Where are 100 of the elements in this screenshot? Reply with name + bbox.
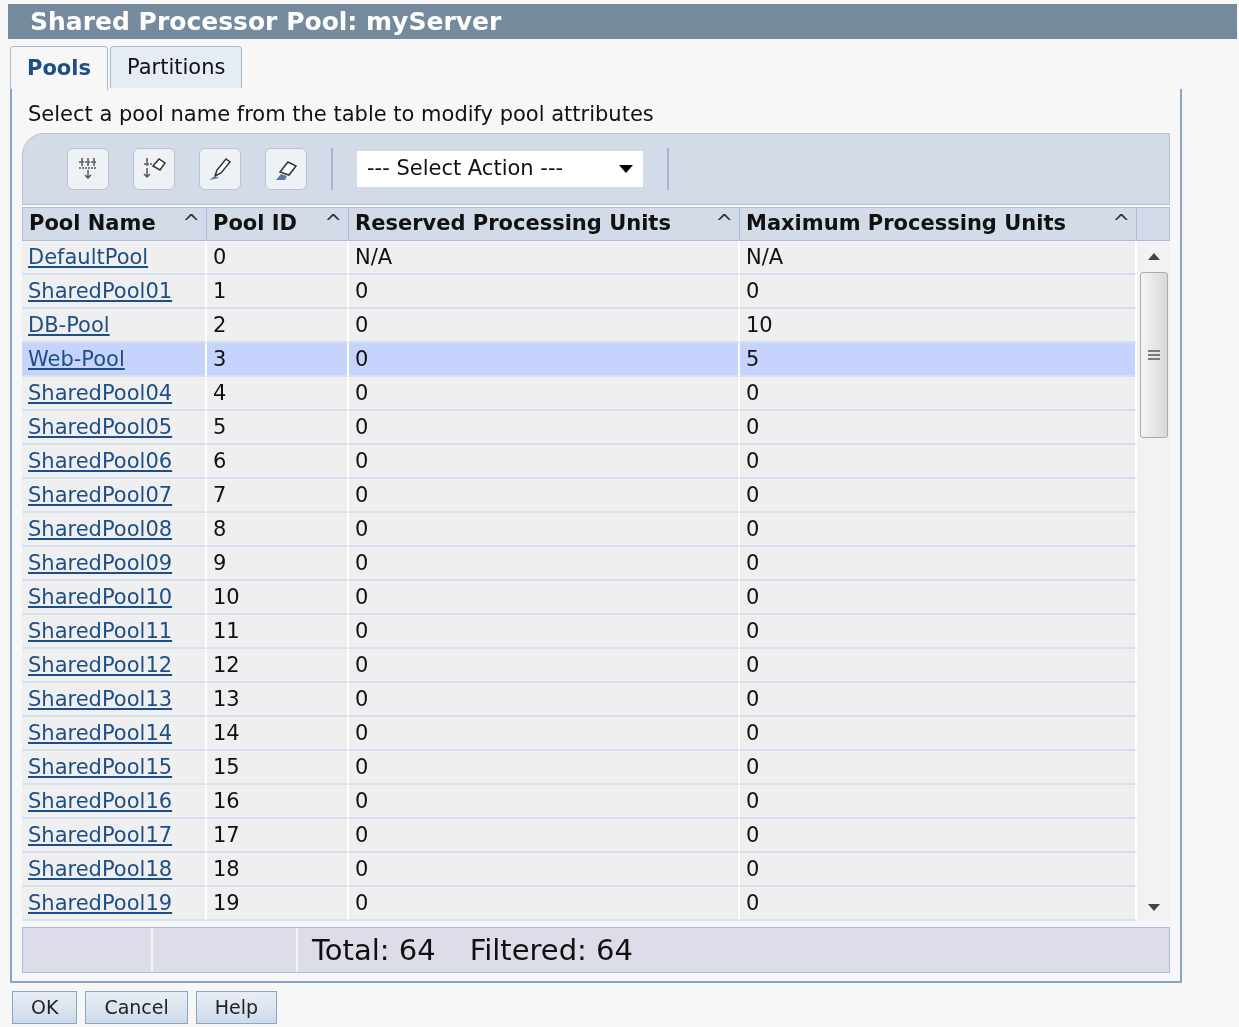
pool-link[interactable]: SharedPool04 — [28, 380, 173, 405]
pencil-icon — [207, 155, 233, 182]
table-cell: 0 — [349, 342, 740, 377]
sort-indicator[interactable]: ^ — [324, 207, 342, 240]
table-cell: 17 — [207, 818, 349, 853]
dropdown-arrow-icon — [619, 164, 633, 173]
table-cell: 0 — [349, 478, 740, 513]
column-header[interactable]: Maximum Processing Units ^ — [740, 206, 1137, 241]
table-cell: N/A — [349, 240, 740, 275]
grip-icon — [1147, 348, 1160, 361]
table-cell: 0 — [207, 240, 349, 275]
table-cell: 0 — [740, 852, 1137, 887]
header-filler — [1137, 206, 1170, 241]
sort-indicator[interactable]: ^ — [182, 207, 200, 240]
toolbar-button[interactable] — [199, 147, 241, 190]
table-cell: 7 — [207, 478, 349, 513]
pool-link[interactable]: SharedPool11 — [28, 618, 173, 643]
table-cell: 0 — [349, 308, 740, 343]
toolbar-button[interactable] — [133, 147, 175, 190]
table-cell: 8 — [207, 512, 349, 547]
table-cell: 0 — [740, 682, 1137, 717]
pool-link[interactable]: DefaultPool — [28, 244, 149, 269]
table-cell: 0 — [349, 648, 740, 683]
table-cell: 5 — [740, 342, 1137, 377]
pool-link[interactable]: SharedPool12 — [28, 652, 173, 677]
pool-link[interactable]: SharedPool05 — [28, 414, 173, 439]
dialog-button[interactable]: Help — [195, 991, 278, 1024]
table-cell: 0 — [349, 546, 740, 581]
table-cell: 3 — [207, 342, 349, 377]
dialog-button[interactable]: OK — [12, 991, 78, 1024]
table-cell: 0 — [740, 648, 1137, 683]
table-cell: 0 — [349, 376, 740, 411]
pool-link[interactable]: SharedPool01 — [28, 278, 173, 303]
pool-link[interactable]: SharedPool13 — [28, 686, 173, 711]
table-cell: 0 — [349, 614, 740, 649]
table-cell: 9 — [207, 546, 349, 581]
table-cell: 0 — [740, 410, 1137, 445]
table-cell: 0 — [740, 444, 1137, 479]
pool-link[interactable]: SharedPool17 — [28, 822, 173, 847]
table-cell: 10 — [207, 580, 349, 615]
window-title: Shared Processor Pool: myServer — [8, 4, 1237, 39]
pool-link[interactable]: SharedPool10 — [28, 584, 173, 609]
sort-indicator[interactable]: ^ — [715, 207, 733, 240]
table-cell: 11 — [207, 614, 349, 649]
table-cell: 0 — [349, 852, 740, 887]
tab[interactable]: Pools — [10, 46, 108, 90]
pool-link[interactable]: SharedPool16 — [28, 788, 173, 813]
table-cell: 15 — [207, 750, 349, 785]
table-cell: 0 — [349, 512, 740, 547]
pool-link[interactable]: SharedPool18 — [28, 856, 173, 881]
table-cell: 0 — [740, 886, 1137, 921]
pool-link[interactable]: SharedPool07 — [28, 482, 173, 507]
table-cell: 14 — [207, 716, 349, 751]
table-cell: 0 — [349, 682, 740, 717]
scroll-up-icon[interactable] — [1147, 252, 1160, 260]
table-cell: 4 — [207, 376, 349, 411]
column-header[interactable]: Pool Name ^ — [22, 206, 207, 241]
pool-link[interactable]: SharedPool09 — [28, 550, 173, 575]
column-header[interactable]: Pool ID ^ — [207, 206, 349, 241]
toolbar-button[interactable] — [265, 147, 307, 190]
table-cell: 0 — [349, 818, 740, 853]
scrollbar[interactable] — [1137, 240, 1170, 921]
table-cell: 0 — [349, 274, 740, 309]
table-cell: 0 — [740, 818, 1137, 853]
table-cell: 0 — [740, 716, 1137, 751]
pool-link[interactable]: SharedPool08 — [28, 516, 173, 541]
table-cell: 0 — [349, 580, 740, 615]
pool-link[interactable]: SharedPool06 — [28, 448, 173, 473]
pool-link[interactable]: SharedPool14 — [28, 720, 173, 745]
table-cell: 13 — [207, 682, 349, 717]
column-header[interactable]: Reserved Processing Units ^ — [349, 206, 740, 241]
instruction-text: Select a pool name from the table to modify pool attributes — [28, 101, 655, 128]
pool-link[interactable]: DB-Pool — [28, 312, 110, 337]
table-cell: 12 — [207, 648, 349, 683]
scroll-thumb[interactable] — [1139, 271, 1168, 438]
table-cell: 0 — [740, 580, 1137, 615]
sort-indicator[interactable]: ^ — [1112, 207, 1130, 240]
table-cell: 2 — [207, 308, 349, 343]
table-cell: N/A — [740, 240, 1137, 275]
table-cell: 0 — [740, 376, 1137, 411]
filtered-count: Filtered: 64 — [468, 931, 633, 969]
action-dropdown[interactable]: --- Select Action --- — [357, 150, 643, 187]
table-cell: 0 — [349, 886, 740, 921]
pool-link[interactable]: SharedPool15 — [28, 754, 173, 779]
table-cell: 0 — [740, 478, 1137, 513]
table-cell: 19 — [207, 886, 349, 921]
table-cell: 16 — [207, 784, 349, 819]
table-cell: 5 — [207, 410, 349, 445]
pool-link[interactable]: SharedPool19 — [28, 890, 173, 915]
scroll-down-icon[interactable] — [1147, 903, 1160, 911]
tab[interactable]: Partitions — [109, 46, 243, 88]
table-cell: 0 — [740, 614, 1137, 649]
table-cell: 0 — [740, 512, 1137, 547]
table-cell: 0 — [740, 274, 1137, 309]
table-cell: 0 — [349, 784, 740, 819]
table-cell: 18 — [207, 852, 349, 887]
pool-link[interactable]: Web-Pool — [28, 346, 125, 371]
dialog-button[interactable]: Cancel — [85, 991, 188, 1024]
table-cell: 0 — [349, 410, 740, 445]
table-cell: 1 — [207, 274, 349, 309]
